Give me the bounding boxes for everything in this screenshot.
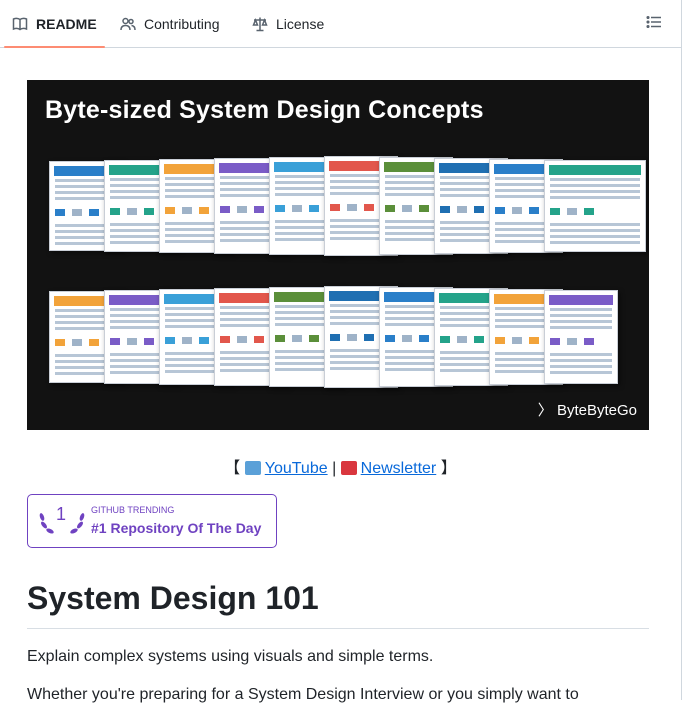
tab-license-label: License bbox=[276, 15, 325, 32]
trending-rank: 1 bbox=[56, 504, 67, 524]
open-bracket: 【 bbox=[224, 460, 241, 477]
close-bracket: 】 bbox=[440, 460, 457, 477]
book-icon bbox=[12, 17, 28, 30]
youtube-link[interactable]: YouTube bbox=[244, 460, 328, 477]
newsletter-emoji-icon bbox=[340, 461, 357, 475]
tab-license[interactable]: License bbox=[252, 0, 324, 47]
tab-contributing-label: Contributing bbox=[144, 15, 220, 32]
newsletter-link-label: Newsletter bbox=[360, 460, 437, 477]
banner-logo-text: ByteByteGo bbox=[556, 402, 637, 419]
intro-paragraph: Explain complex systems using visuals an… bbox=[27, 648, 434, 665]
outline-button[interactable] bbox=[646, 14, 666, 34]
trending-kicker: GITHUB TRENDING bbox=[91, 505, 175, 515]
page-title: System Design 101 bbox=[27, 580, 319, 616]
people-icon bbox=[120, 17, 136, 30]
banner-image: Byte-sized System Design Concepts 〉 Byte… bbox=[27, 80, 649, 430]
law-icon bbox=[252, 17, 268, 31]
banner-title: Byte-sized System Design Concepts bbox=[45, 96, 484, 124]
newsletter-link[interactable]: Newsletter bbox=[340, 460, 437, 477]
youtube-link-label: YouTube bbox=[264, 460, 328, 477]
github-trending-badge[interactable]: 1 GITHUB TRENDING #1 Repository Of The D… bbox=[27, 494, 277, 548]
bytebytego-logo-icon: 〉 bbox=[537, 402, 553, 419]
youtube-emoji-icon bbox=[244, 461, 261, 475]
social-links: 【 YouTube | Newsletter 】 bbox=[0, 454, 681, 478]
concept-card bbox=[544, 290, 618, 384]
tab-readme-label: README bbox=[36, 15, 97, 32]
banner-logo: 〉 ByteByteGo bbox=[538, 399, 637, 420]
list-unordered-icon bbox=[646, 15, 661, 29]
tab-readme[interactable]: README bbox=[4, 0, 105, 48]
heading-divider bbox=[27, 628, 649, 629]
concept-card bbox=[544, 160, 646, 252]
trending-text: #1 Repository Of The Day bbox=[91, 520, 262, 536]
tab-contributing[interactable]: Contributing bbox=[120, 0, 220, 47]
body-paragraph: Whether you're preparing for a System De… bbox=[27, 686, 579, 703]
readme-tabs: README Contributing License bbox=[0, 0, 681, 48]
link-separator: | bbox=[332, 460, 337, 477]
